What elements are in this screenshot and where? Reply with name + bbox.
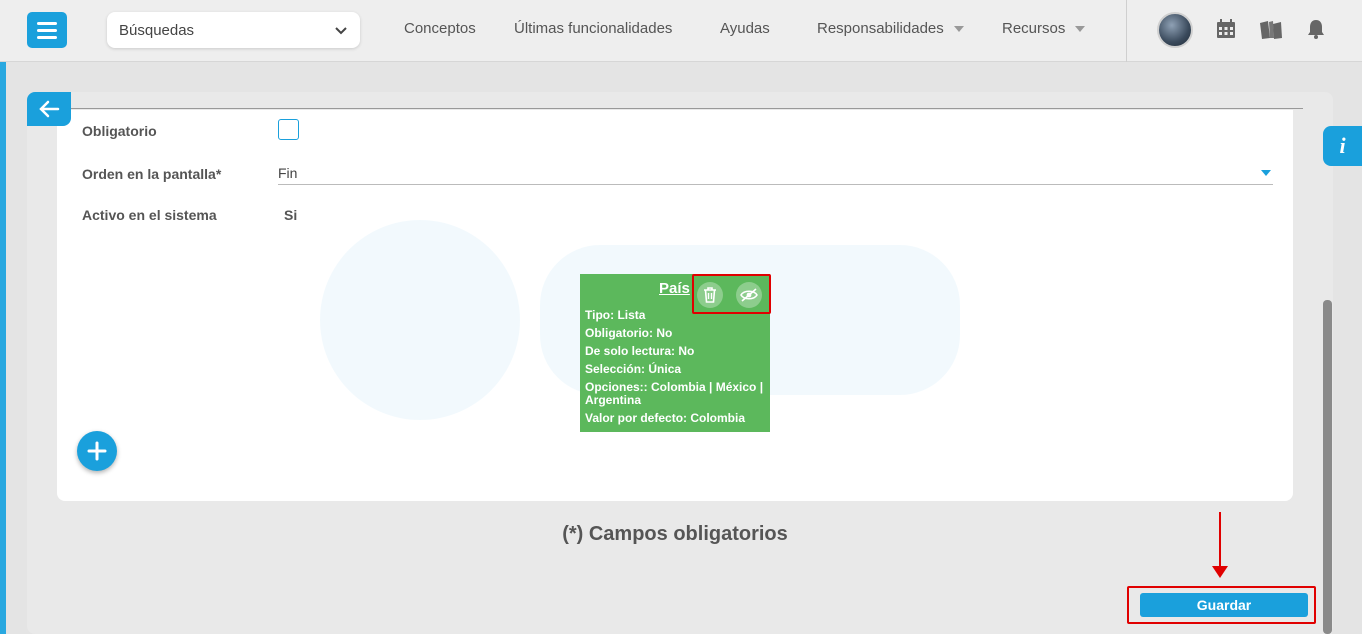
- activo-value: Si: [284, 207, 298, 223]
- annotation-arrow: [1212, 512, 1228, 578]
- orden-select[interactable]: Fin: [278, 165, 1273, 185]
- arrow-left-icon: [39, 100, 60, 118]
- avatar[interactable]: [1157, 12, 1193, 48]
- dropdown-caret-icon: [1075, 25, 1086, 32]
- search-select[interactable]: Búsquedas: [107, 12, 360, 48]
- calendar-icon[interactable]: [1215, 18, 1237, 40]
- field-card-title: País: [659, 280, 690, 297]
- hamburger-menu-icon[interactable]: [27, 12, 67, 48]
- plus-icon: [87, 441, 107, 461]
- nav-label: Recursos: [1002, 20, 1066, 37]
- obligatorio-checkbox[interactable]: [278, 119, 299, 140]
- nav-label: Conceptos: [404, 20, 476, 37]
- obligatorio-label: Obligatorio: [82, 123, 157, 139]
- save-button[interactable]: Guardar: [1140, 593, 1308, 617]
- add-button[interactable]: [77, 431, 117, 471]
- bell-icon[interactable]: [1305, 18, 1327, 40]
- back-button[interactable]: [27, 92, 71, 126]
- activo-label: Activo en el sistema: [82, 207, 217, 223]
- books-icon[interactable]: [1259, 18, 1283, 40]
- scrollbar-thumb[interactable]: [1323, 300, 1332, 634]
- nav-label: Responsabilidades: [817, 20, 944, 37]
- dropdown-caret-icon: [953, 25, 964, 32]
- nav-recursos[interactable]: Recursos: [1002, 20, 1086, 37]
- highlight-box: [692, 274, 771, 314]
- nav-label: Últimas funcionalidades: [514, 20, 673, 37]
- dropdown-caret-icon: [1261, 170, 1271, 176]
- field-card-details: Tipo: Lista Obligatorio: No De solo lect…: [585, 309, 765, 430]
- nav-responsabilidades[interactable]: Responsabilidades: [817, 20, 964, 37]
- field-card-line: Selección: Única: [585, 362, 682, 376]
- nav-ultimas-funcionalidades[interactable]: Últimas funcionalidades: [514, 20, 672, 37]
- field-card-line: De solo lectura: No: [585, 344, 695, 358]
- field-card-line: Opciones:: Colombia | México | Argentina: [585, 380, 764, 407]
- field-card-line: Valor por defecto: Colombia: [585, 411, 746, 425]
- orden-label: Orden en la pantalla*: [82, 166, 222, 182]
- left-accent-strip: [0, 62, 6, 634]
- nav-ayudas[interactable]: Ayudas: [720, 20, 770, 37]
- orden-select-value: Fin: [278, 165, 298, 181]
- nav-label: Ayudas: [720, 20, 770, 37]
- chevron-down-icon: [335, 27, 347, 35]
- divider: [57, 108, 1303, 109]
- divider: [1126, 0, 1127, 62]
- info-icon[interactable]: i: [1323, 126, 1362, 166]
- required-fields-note: (*) Campos obligatorios: [562, 523, 788, 545]
- nav-conceptos[interactable]: Conceptos: [404, 20, 476, 37]
- search-select-value: Búsquedas: [119, 21, 195, 39]
- field-card-line: Obligatorio: No: [585, 326, 673, 340]
- top-bar: Búsquedas Conceptos Últimas funcionalida…: [0, 0, 1362, 62]
